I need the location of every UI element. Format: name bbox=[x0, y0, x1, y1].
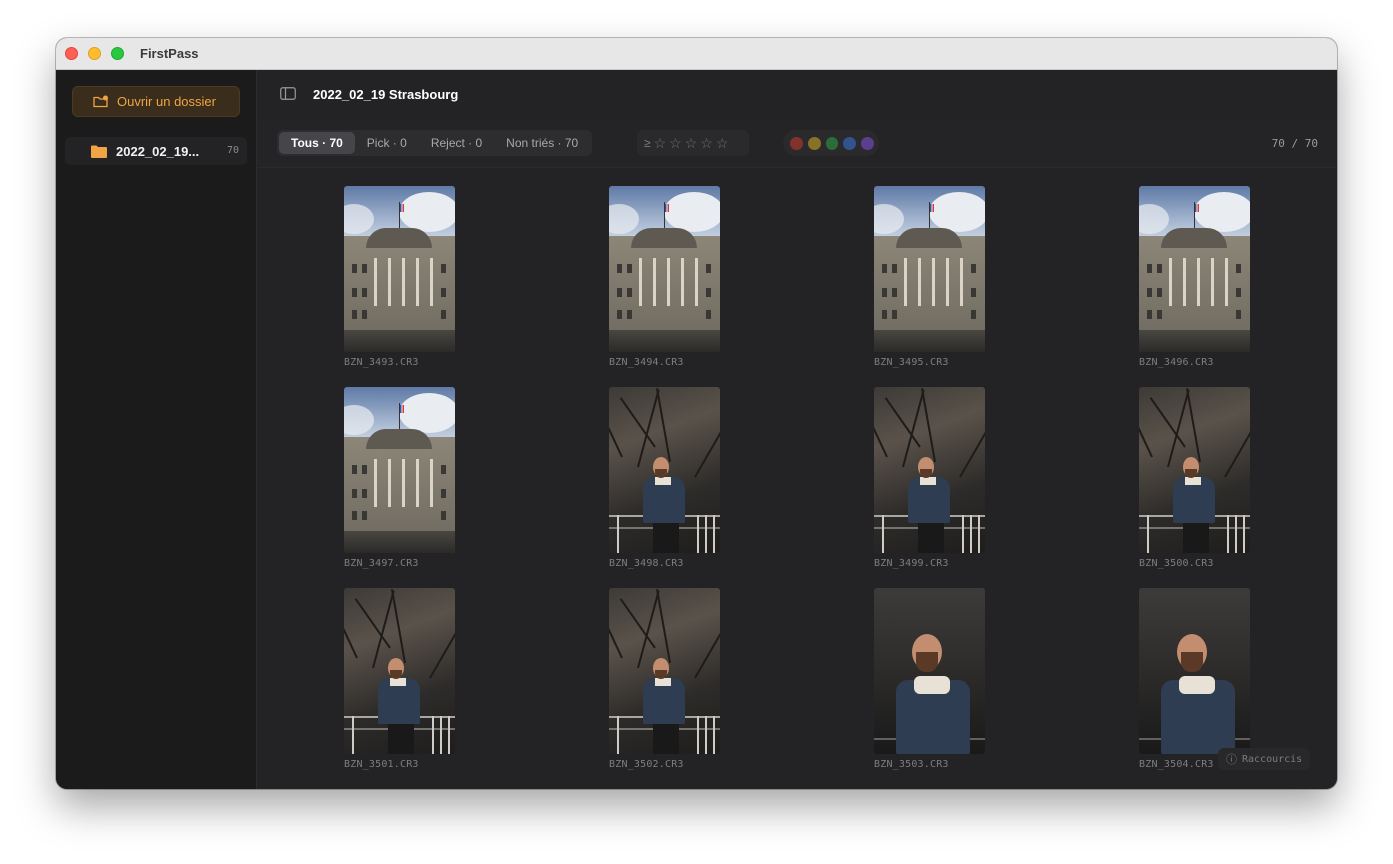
photo-thumbnail[interactable] bbox=[609, 387, 720, 553]
photo-filename: BZN_3501.CR3 bbox=[344, 759, 419, 770]
photo-filename: BZN_3493.CR3 bbox=[344, 357, 419, 368]
photo-cell[interactable]: BZN_3501.CR3 bbox=[344, 588, 456, 770]
photo-thumbnail[interactable] bbox=[1139, 588, 1250, 754]
tab-all[interactable]: Tous · 70 bbox=[279, 132, 355, 154]
photo-count: 70 / 70 bbox=[1271, 137, 1318, 150]
photo-filename: BZN_3496.CR3 bbox=[1139, 357, 1214, 368]
folder-add-icon bbox=[93, 95, 108, 108]
color-dot-yellow[interactable] bbox=[807, 136, 821, 150]
photo-filename: BZN_3500.CR3 bbox=[1139, 558, 1214, 569]
star-icon[interactable]: ☆ bbox=[669, 135, 682, 152]
star-icon[interactable]: ☆ bbox=[685, 135, 698, 152]
photo-filename: BZN_3494.CR3 bbox=[609, 357, 684, 368]
shortcuts-label: Raccourcis bbox=[1242, 753, 1303, 765]
rating-prefix: ≥ bbox=[644, 136, 651, 150]
photo-cell[interactable]: BZN_3494.CR3 bbox=[609, 186, 721, 368]
page-title: 2022_02_19 Strasbourg bbox=[313, 87, 459, 102]
photo-grid: BZN_3493.CR3 BZN_3494.CR3 BZN_3495.CR3 BZN_… bbox=[258, 168, 1337, 789]
tab-pick[interactable]: Pick · 0 bbox=[355, 132, 419, 154]
minimize-window-button[interactable] bbox=[88, 47, 101, 60]
color-dot-blue[interactable] bbox=[843, 136, 857, 150]
close-window-button[interactable] bbox=[65, 47, 78, 60]
photo-cell[interactable]: BZN_3493.CR3 bbox=[344, 186, 456, 368]
folder-icon bbox=[91, 145, 107, 158]
info-icon: ⓘ bbox=[1226, 753, 1237, 766]
photo-thumbnail[interactable] bbox=[1139, 186, 1250, 352]
photo-cell[interactable]: BZN_3502.CR3 bbox=[609, 588, 721, 770]
star-icon[interactable]: ☆ bbox=[654, 135, 667, 152]
content-header: 2022_02_19 Strasbourg bbox=[258, 70, 1337, 120]
status-filter-tabs: Tous · 70 Pick · 0 Reject · 0 Non triés … bbox=[277, 130, 593, 156]
color-label-filter bbox=[783, 130, 879, 156]
photo-cell[interactable]: BZN_3495.CR3 bbox=[874, 186, 986, 368]
sidebar-folder-item[interactable]: 2022_02_19... 70 bbox=[65, 137, 247, 165]
photo-thumbnail[interactable] bbox=[609, 186, 720, 352]
photo-filename: BZN_3495.CR3 bbox=[874, 357, 949, 368]
color-dot-green[interactable] bbox=[825, 136, 839, 150]
tab-unsorted[interactable]: Non triés · 70 bbox=[494, 132, 590, 154]
folder-name: 2022_02_19... bbox=[116, 143, 200, 159]
photo-cell[interactable]: BZN_3499.CR3 bbox=[874, 387, 986, 569]
app-title: FirstPass bbox=[140, 46, 199, 61]
sidebar-toggle-icon[interactable] bbox=[280, 87, 296, 100]
title-bar: FirstPass bbox=[56, 38, 1337, 70]
color-dot-purple[interactable] bbox=[861, 136, 874, 150]
open-folder-label: Ouvrir un dossier bbox=[117, 94, 216, 109]
open-folder-button[interactable]: Ouvrir un dossier bbox=[72, 86, 240, 117]
star-icon[interactable]: ☆ bbox=[716, 135, 729, 152]
photo-thumbnail[interactable] bbox=[874, 186, 985, 352]
photo-filename: BZN_3497.CR3 bbox=[344, 558, 419, 569]
photo-cell[interactable]: BZN_3496.CR3 bbox=[1139, 186, 1251, 368]
photo-thumbnail[interactable] bbox=[609, 588, 720, 754]
photo-thumbnail[interactable] bbox=[874, 387, 985, 553]
photo-cell[interactable]: BZN_3500.CR3 bbox=[1139, 387, 1251, 569]
tab-reject[interactable]: Reject · 0 bbox=[419, 132, 494, 154]
shortcuts-button[interactable]: ⓘ Raccourcis bbox=[1218, 748, 1310, 770]
photo-filename: BZN_3502.CR3 bbox=[609, 759, 684, 770]
folder-count: 70 bbox=[226, 145, 239, 156]
photo-cell[interactable]: BZN_3504.CR3 bbox=[1139, 588, 1251, 770]
app-window: FirstPass Ouvrir un dossier 2022_02_19..… bbox=[56, 38, 1337, 789]
photo-cell[interactable]: BZN_3497.CR3 bbox=[344, 387, 456, 569]
sidebar: Ouvrir un dossier 2022_02_19... 70 bbox=[56, 70, 257, 789]
photo-thumbnail[interactable] bbox=[1139, 387, 1250, 553]
filter-bar: Tous · 70 Pick · 0 Reject · 0 Non triés … bbox=[258, 120, 1337, 168]
photo-filename: BZN_3499.CR3 bbox=[874, 558, 949, 569]
photo-filename: BZN_3498.CR3 bbox=[609, 558, 684, 569]
photo-cell[interactable]: BZN_3498.CR3 bbox=[609, 387, 721, 569]
rating-filter[interactable]: ≥ ☆ ☆ ☆ ☆ ☆ bbox=[637, 130, 749, 156]
photo-filename: BZN_3503.CR3 bbox=[874, 759, 949, 770]
photo-thumbnail[interactable] bbox=[344, 387, 455, 553]
maximize-window-button[interactable] bbox=[111, 47, 124, 60]
photo-cell[interactable]: BZN_3503.CR3 bbox=[874, 588, 986, 770]
photo-thumbnail[interactable] bbox=[344, 588, 455, 754]
photo-thumbnail[interactable] bbox=[874, 588, 985, 754]
color-dot-red[interactable] bbox=[790, 136, 803, 150]
star-icon[interactable]: ☆ bbox=[700, 135, 713, 152]
photo-thumbnail[interactable] bbox=[344, 186, 455, 352]
